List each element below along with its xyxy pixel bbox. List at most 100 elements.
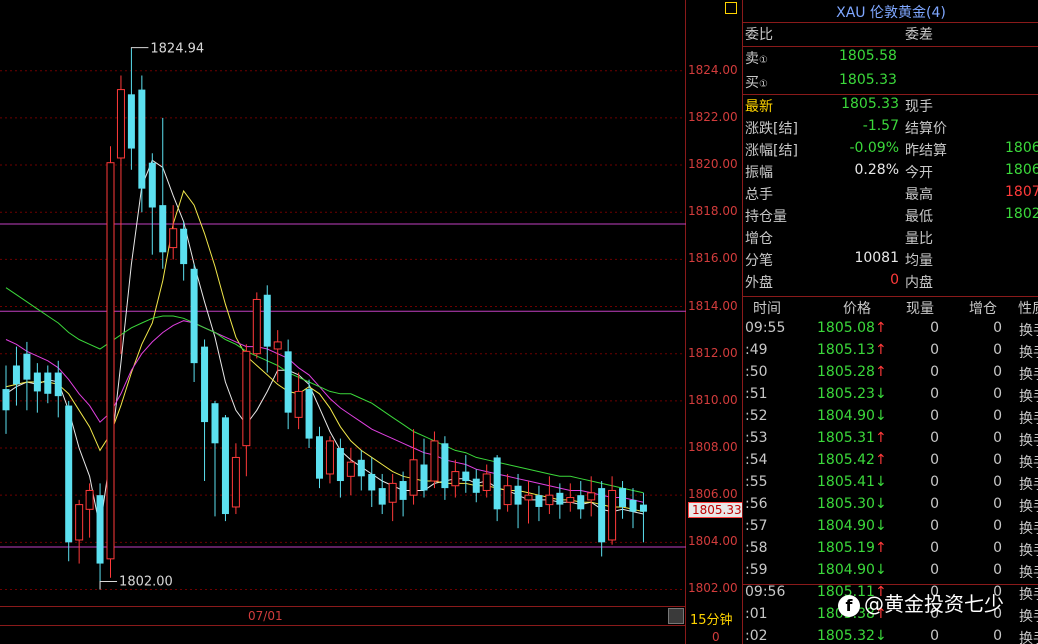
tick-oi-change: 0	[993, 386, 1002, 402]
tick-row[interactable]: :52 1804.90↓ 0 0 换手	[743, 408, 1038, 430]
low-annotation-label: 1802.00	[119, 574, 173, 589]
moving-average-line	[5, 159, 644, 529]
tick-row[interactable]: :50 1805.28↑ 0 0 换手	[743, 364, 1038, 386]
tick-row[interactable]: 09:55 1805.08↑ 0 0 换手	[743, 320, 1038, 342]
tick-type: 换手	[1019, 323, 1038, 339]
tick-header-oi: 增仓	[969, 301, 997, 317]
candle-body-up	[242, 350, 251, 447]
tick-type: 换手	[1019, 389, 1038, 405]
tick-direction-icon: ↑	[875, 452, 887, 468]
candle-body-down	[148, 162, 156, 208]
stat-value: 1802	[1005, 206, 1038, 222]
stats-row: 最新 1805.33 现手	[743, 96, 1038, 118]
tick-time: :02	[745, 628, 768, 644]
candle-body-down	[368, 473, 376, 491]
tick-direction-icon: ↓	[875, 518, 887, 534]
watermark: f @黄金投资七少	[838, 588, 1004, 617]
divider	[743, 46, 1038, 47]
tick-oi-change: 0	[993, 452, 1002, 468]
buy-label: 买①	[745, 75, 768, 91]
x-axis-date-label: 07/01	[248, 609, 283, 623]
sell-row[interactable]: 卖① 1805.58	[743, 48, 1038, 70]
stat-value: 1805.33	[841, 96, 899, 112]
weibi-row: 委比 委差	[743, 24, 1038, 46]
divider	[743, 296, 1038, 297]
tick-row[interactable]: :02 1805.32↓ 0 0 换手	[743, 628, 1038, 644]
candle-body-up	[451, 471, 460, 487]
candle-body-down	[514, 485, 522, 505]
buy-row[interactable]: 买① 1805.33	[743, 72, 1038, 94]
sell-label: 卖①	[745, 51, 768, 67]
candle-body-up	[409, 459, 418, 496]
stat-label: 现手	[905, 99, 933, 115]
tick-price: 1805.08	[817, 320, 875, 336]
stats-row: 外盘 0 内盘	[743, 272, 1038, 294]
tick-row[interactable]: :54 1805.42↑ 0 0 换手	[743, 452, 1038, 474]
period-selector-button[interactable]	[668, 608, 684, 624]
watermark-text: @黄金投资七少	[864, 592, 1004, 616]
stat-label: 均量	[905, 253, 933, 269]
stat-label: 最低	[905, 209, 933, 225]
tick-volume: 0	[930, 320, 939, 336]
kline-chart[interactable]: 1824.94 1802.00	[0, 0, 686, 644]
tick-volume: 0	[930, 496, 939, 512]
tick-row[interactable]: :57 1804.90↓ 0 0 换手	[743, 518, 1038, 540]
tick-volume: 0	[930, 474, 939, 490]
candle-body-down	[96, 495, 104, 564]
tick-oi-change: 0	[993, 320, 1002, 336]
tick-price: 1805.31	[817, 430, 875, 446]
tick-price: 1805.41	[817, 474, 875, 490]
stat-value: 1806	[1005, 140, 1038, 156]
candle-body-down	[190, 268, 198, 364]
candle-body-up	[566, 497, 575, 503]
tick-price: 1805.13	[817, 342, 875, 358]
candle-body-up	[116, 89, 125, 159]
candle-body-up	[524, 494, 533, 501]
price-tick-label: 1816.00	[688, 251, 738, 266]
tick-row[interactable]: :58 1805.19↑ 0 0 换手	[743, 540, 1038, 562]
candle-body-down	[127, 94, 135, 149]
tick-price: 1804.90	[817, 562, 875, 578]
tick-type: 换手	[1019, 631, 1038, 644]
candle-body-up	[388, 482, 397, 503]
tick-type: 换手	[1019, 345, 1038, 361]
tick-oi-change: 0	[993, 540, 1002, 556]
tick-volume: 0	[930, 518, 939, 534]
stats-row: 振幅 0.28% 今开 1806	[743, 162, 1038, 184]
tick-volume: 0	[930, 408, 939, 424]
stats-row: 涨跌[结] -1.57 结算价	[743, 118, 1038, 140]
tick-time: :01	[745, 606, 768, 622]
tick-row[interactable]: :56 1805.30↓ 0 0 换手	[743, 496, 1038, 518]
stat-label: 内盘	[905, 275, 933, 291]
period-label[interactable]: 15分钟	[690, 609, 733, 628]
candle-body-up	[503, 485, 512, 506]
tick-row[interactable]: :59 1804.90↓ 0 0 换手	[743, 562, 1038, 584]
tick-row[interactable]: :53 1805.31↑ 0 0 换手	[743, 430, 1038, 452]
candle-body-down	[221, 417, 229, 515]
stat-label: 持仓量	[745, 209, 787, 225]
instrument-title: XAU 伦敦黄金(4)	[836, 5, 946, 21]
sell-price: 1805.58	[839, 48, 897, 64]
stat-label: 涨幅[结]	[745, 143, 798, 159]
candle-body-down	[535, 495, 543, 507]
tick-row[interactable]: :49 1805.13↑ 0 0 换手	[743, 342, 1038, 364]
tick-row[interactable]: :55 1805.41↓ 0 0 换手	[743, 474, 1038, 496]
tick-row[interactable]: :51 1805.23↓ 0 0 换手	[743, 386, 1038, 408]
kline-chart-area[interactable]: 1824.94 1802.00	[0, 0, 686, 644]
tick-header-price: 价格	[843, 301, 871, 317]
stat-label: 最高	[905, 187, 933, 203]
window-toggle-icon[interactable]	[725, 2, 737, 14]
tick-volume: 0	[930, 562, 939, 578]
price-tick-label: 1804.00	[688, 534, 738, 549]
tick-oi-change: 0	[993, 518, 1002, 534]
tick-type: 换手	[1019, 543, 1038, 559]
tick-type: 换手	[1019, 521, 1038, 537]
stat-value: -1.57	[862, 118, 899, 134]
tick-time: 09:55	[745, 320, 786, 336]
stat-label: 增仓	[745, 231, 773, 247]
tick-direction-icon: ↑	[875, 342, 887, 358]
stat-label: 分笔	[745, 253, 773, 269]
tick-type: 换手	[1019, 587, 1038, 603]
low-annotation-leader	[99, 580, 118, 590]
tick-volume: 0	[930, 628, 939, 644]
